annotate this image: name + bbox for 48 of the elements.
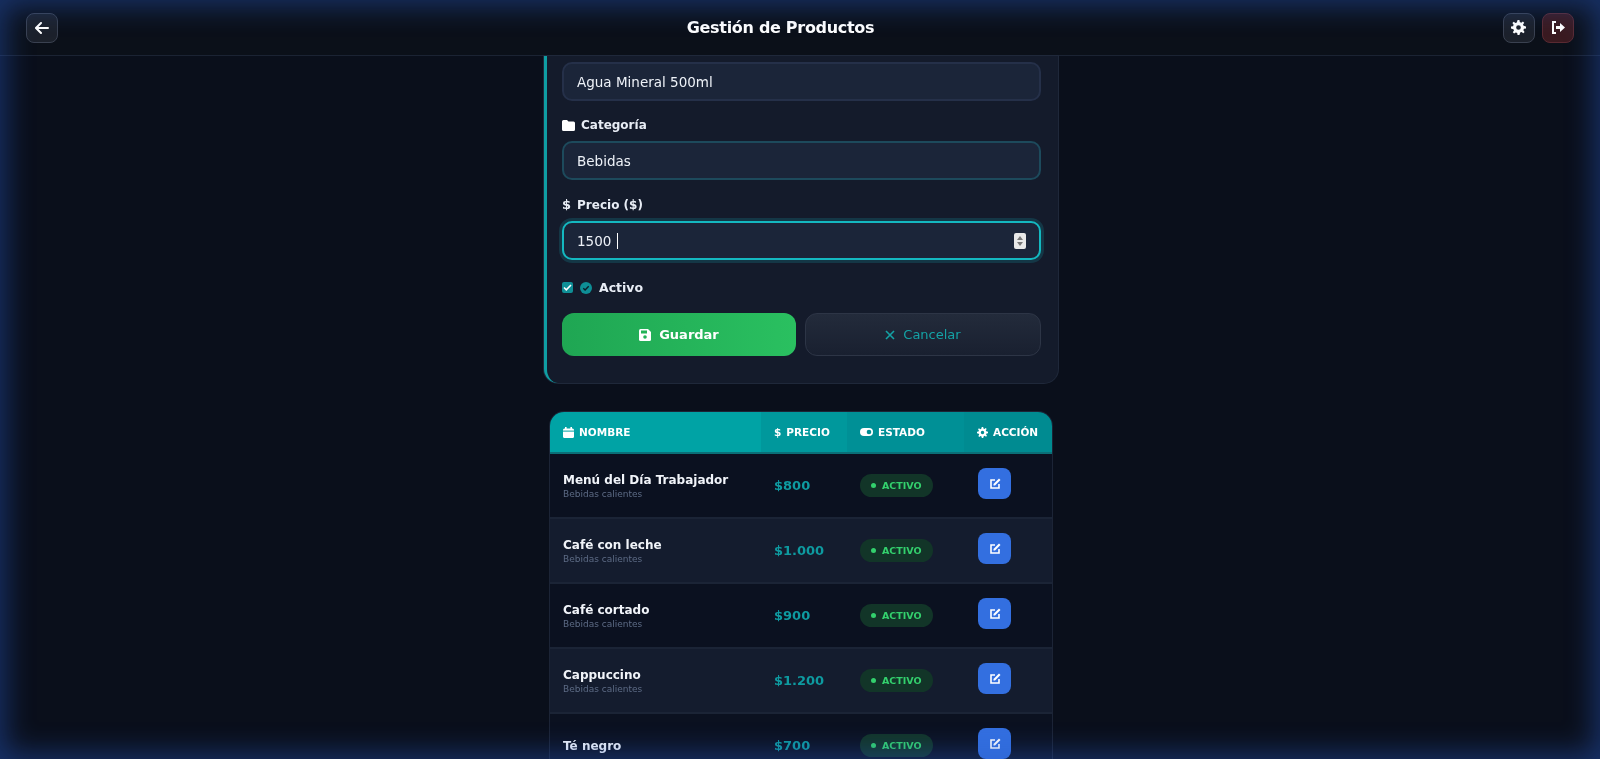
- edit-button[interactable]: [978, 533, 1011, 564]
- column-label: ACCIÓN: [993, 426, 1039, 438]
- product-price: $1.200: [774, 673, 825, 688]
- product-price: $800: [774, 478, 811, 493]
- edit-button[interactable]: [978, 663, 1011, 694]
- edit-button[interactable]: [978, 598, 1011, 629]
- dollar-icon: $: [562, 197, 572, 212]
- status-badge: ACTIVO: [860, 669, 933, 692]
- product-name: Café con leche: [563, 537, 663, 552]
- column-label: ESTADO: [878, 426, 925, 438]
- name-field[interactable]: Agua Mineral 500ml: [562, 62, 1041, 101]
- product-category: Bebidas calientes: [563, 618, 644, 629]
- product-price: $1.000: [774, 543, 825, 558]
- product-category: Bebidas calientes: [563, 553, 644, 564]
- cancel-button[interactable]: Cancelar: [805, 313, 1041, 356]
- edit-icon: [988, 477, 1001, 490]
- product-category: Bebidas calientes: [563, 488, 644, 499]
- column-label: NOMBRE: [579, 426, 631, 438]
- gear-icon: [977, 426, 988, 438]
- column-label: PRECIO: [786, 426, 830, 438]
- status-badge: ACTIVO: [860, 474, 933, 497]
- spinner-arrows-icon: [1014, 232, 1026, 249]
- product-name: Té negro: [563, 738, 623, 753]
- dollar-icon: $: [774, 426, 782, 438]
- active-checkbox[interactable]: [562, 282, 573, 293]
- edit-icon: [988, 542, 1001, 555]
- status-badge: ACTIVO: [860, 604, 933, 627]
- category-field[interactable]: Bebidas: [562, 141, 1041, 180]
- price-field[interactable]: 1500: [562, 221, 1041, 260]
- product-name: Café cortado: [563, 602, 651, 617]
- edit-button[interactable]: [978, 468, 1011, 499]
- price-label: Precio ($): [577, 197, 643, 212]
- product-price: $700: [774, 738, 811, 753]
- product-category: Bebidas calientes: [563, 683, 644, 694]
- edit-icon: [988, 607, 1001, 620]
- folder-icon: [562, 119, 575, 131]
- product-price: $900: [774, 608, 811, 623]
- status-badge: ACTIVO: [860, 539, 933, 562]
- product-name: Cappuccino: [563, 667, 642, 682]
- toggle-icon: [860, 428, 873, 436]
- edit-icon: [988, 672, 1001, 685]
- category-label: Categoría: [581, 118, 647, 132]
- close-icon: [885, 329, 896, 340]
- check-circle-icon: [580, 281, 592, 294]
- page-title: Gestión de Productos: [686, 18, 875, 37]
- product-name: Menú del Día Trabajador: [563, 472, 730, 487]
- calendar-icon: [563, 426, 574, 438]
- active-label: Activo: [599, 280, 644, 295]
